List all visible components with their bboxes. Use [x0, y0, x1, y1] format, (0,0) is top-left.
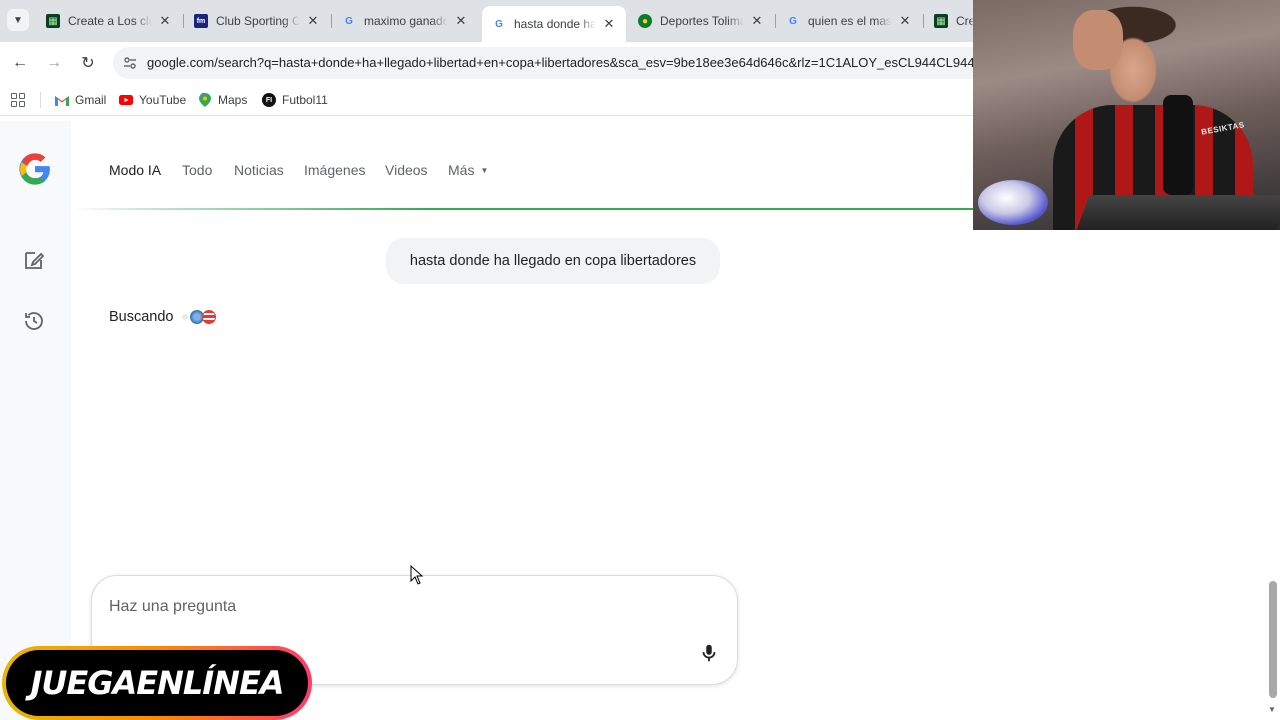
mouse-pointer-icon — [410, 565, 424, 585]
close-icon[interactable]: ✕ — [454, 13, 468, 29]
user-query-text: hasta donde ha llegado en copa libertado… — [409, 253, 697, 269]
maps-icon — [198, 93, 212, 107]
back-icon[interactable]: ← — [8, 51, 32, 75]
user-query-bubble: hasta donde ha llegado en copa libertado… — [386, 238, 720, 284]
tab-maximo-ganado[interactable]: G maximo ganado ✕ — [332, 6, 478, 36]
tab-title: quien es el mas — [808, 14, 892, 28]
tab-title: Cre — [956, 14, 974, 28]
search-tab-label: Imágenes — [304, 162, 366, 178]
search-tab-label: Noticias — [234, 162, 284, 178]
bookmark-maps[interactable]: Maps — [198, 92, 247, 108]
search-tab-label: Todo — [182, 162, 213, 178]
bookmark-label: YouTube — [139, 93, 187, 107]
tab-title: Deportes Tolima — [660, 14, 744, 28]
webcam-hand — [1073, 10, 1123, 70]
google-icon: G — [345, 15, 353, 27]
tab-modo-ia[interactable]: Modo IA — [109, 162, 161, 178]
tab-noticias[interactable]: Noticias — [234, 162, 284, 178]
youtube-icon — [119, 93, 133, 107]
source-w-icon — [181, 314, 188, 320]
reload-icon[interactable]: ↻ — [76, 51, 100, 75]
tab-videos[interactable]: Videos — [385, 162, 428, 178]
microphone-icon[interactable] — [698, 642, 720, 664]
bookmark-youtube[interactable]: YouTube — [119, 92, 186, 108]
tab-mas[interactable]: Más ▼ — [448, 162, 488, 178]
fm-icon: fm — [194, 14, 208, 28]
tab-title: Create a Los club — [68, 14, 152, 28]
tab-hasta-donde[interactable]: G hasta donde ha ✕ — [482, 6, 626, 42]
source-striped-icon — [201, 310, 216, 324]
google-icon: G — [789, 15, 797, 27]
close-icon[interactable]: ✕ — [898, 13, 912, 29]
url-text[interactable]: google.com/search?q=hasta+donde+ha+llega… — [147, 55, 975, 70]
bookmark-gmail[interactable]: Gmail — [55, 92, 106, 108]
tab-search-button[interactable]: ▼ — [7, 9, 29, 31]
brand-badge: JUEGAENLÍNEA — [2, 646, 312, 720]
tab-create-club[interactable]: ▦ Create a Los club ✕ — [36, 6, 182, 36]
close-icon[interactable]: ✕ — [306, 13, 320, 29]
loading-progress-bar — [71, 208, 973, 210]
question-input[interactable] — [109, 596, 669, 618]
tab-quien-es[interactable]: G quien es el mas ✕ — [776, 6, 922, 36]
caret-down-icon: ▼ — [480, 165, 489, 175]
google-logo-icon[interactable] — [18, 152, 52, 186]
scrollbar-thumb[interactable] — [1269, 581, 1277, 698]
bookmark-label: Futbol11 — [282, 93, 328, 107]
left-rail — [0, 121, 71, 720]
history-icon[interactable] — [22, 309, 46, 333]
tab-club-sporting[interactable]: fm Club Sporting Cr ✕ — [184, 6, 330, 36]
new-chat-icon[interactable] — [22, 248, 46, 272]
tab-deportes-tolima[interactable]: ● Deportes Tolima ✕ — [628, 6, 774, 36]
search-mode-tabs: Modo IA Todo Noticias Imágenes Videos Má… — [71, 121, 973, 210]
search-tab-label: Modo IA — [109, 162, 162, 178]
close-icon[interactable]: ✕ — [750, 13, 764, 29]
tolima-crest-icon: ● — [638, 14, 652, 28]
bookmark-label: Maps — [218, 93, 248, 107]
bookmark-label: Gmail — [75, 93, 107, 107]
site-info-icon[interactable] — [121, 54, 139, 72]
status-text: Buscando — [109, 309, 174, 325]
futbol11-icon: FI — [262, 93, 276, 107]
scroll-down-arrow-icon[interactable]: ▼ — [1268, 705, 1276, 714]
close-icon[interactable]: ✕ — [602, 16, 616, 32]
bookmarks-divider — [40, 92, 41, 108]
source-favicons — [181, 310, 216, 324]
webcam-keyboard — [1076, 195, 1280, 230]
google-icon: G — [495, 18, 503, 30]
tab-title: maximo ganado — [364, 14, 448, 28]
webcam-overlay: BESIKTAS — [973, 0, 1280, 230]
brand-text: JUEGAENLÍNEA — [30, 664, 284, 702]
tab-title: Club Sporting Cr — [216, 14, 300, 28]
tab-imagenes[interactable]: Imágenes — [304, 162, 365, 178]
address-bar[interactable]: google.com/search?q=hasta+donde+ha+llega… — [113, 47, 1013, 79]
search-tab-label: Más — [448, 162, 475, 178]
webcam-microphone — [1163, 95, 1193, 195]
searching-status: Buscando — [109, 309, 216, 325]
tab-todo[interactable]: Todo — [182, 162, 212, 178]
bookmark-futbol11[interactable]: FI Futbol11 — [262, 92, 328, 108]
close-icon[interactable]: ✕ — [158, 13, 172, 29]
futbol11-green-icon: ▦ — [46, 14, 60, 28]
forward-icon[interactable]: → — [42, 51, 66, 75]
gmail-icon — [55, 93, 69, 107]
tab-title: hasta donde ha — [514, 17, 596, 31]
futbol11-green-icon: ▦ — [934, 14, 948, 28]
search-tab-label: Videos — [385, 162, 428, 178]
webcam-mouse — [978, 180, 1048, 225]
brand-badge-inner: JUEGAENLÍNEA — [6, 650, 308, 716]
apps-grid-icon[interactable] — [11, 93, 25, 107]
